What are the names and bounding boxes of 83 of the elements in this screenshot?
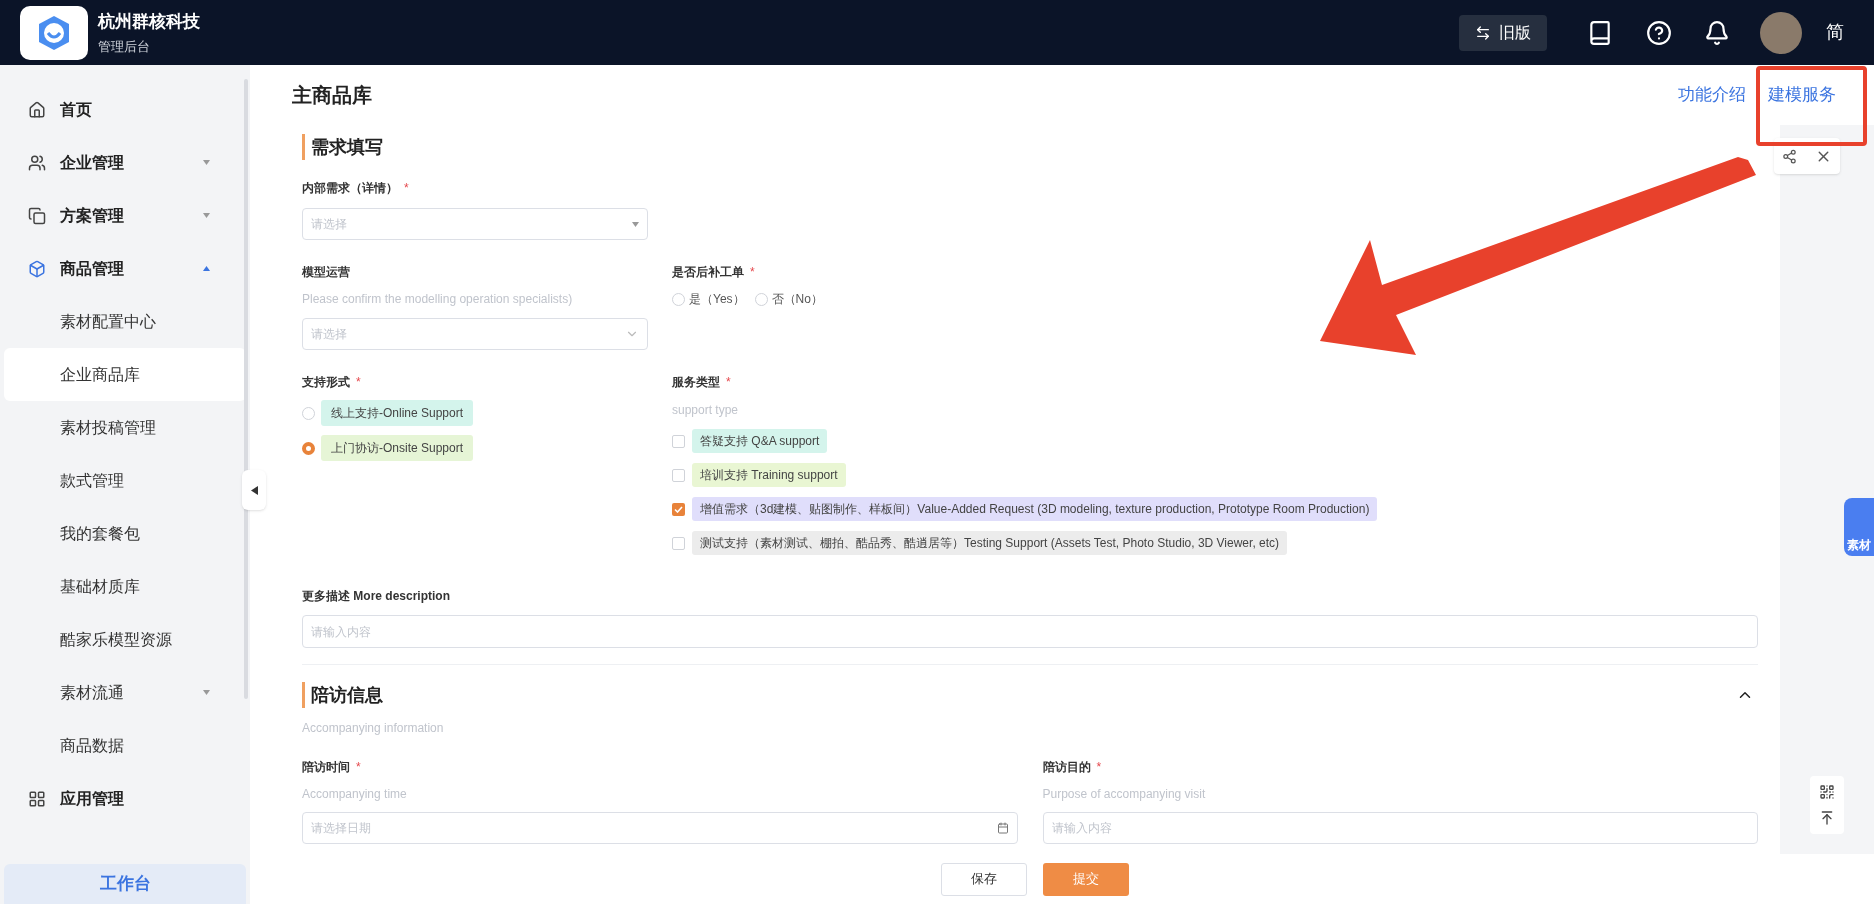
header-link[interactable]: 功能介绍	[1678, 82, 1746, 108]
caret-down-icon	[203, 690, 210, 695]
field-hint: Purpose of accompanying visit	[1042, 786, 1207, 803]
field-label: 模型运营	[302, 264, 350, 281]
sidebar-item[interactable]: 商品管理	[0, 242, 250, 295]
collapse-handle[interactable]	[242, 470, 266, 510]
radio-option[interactable]: 否（No）	[754, 290, 823, 308]
field-label: 内部需求（详情）	[302, 180, 398, 197]
header-link[interactable]: 建模服务	[1768, 82, 1836, 108]
field-hint: support type	[672, 402, 740, 419]
language-toggle[interactable]: 简	[1826, 19, 1844, 46]
required-mark: *	[404, 180, 409, 197]
field-label: 是否后补工单	[672, 264, 744, 281]
field-hint: Please confirm the modelling operation specialists)	[302, 291, 574, 308]
back-to-top-icon[interactable]	[1819, 810, 1835, 826]
checkbox[interactable]	[672, 502, 685, 516]
sidebar-item[interactable]: 应用管理	[0, 772, 250, 825]
caret-down-icon	[203, 160, 210, 165]
sidebar-subitem[interactable]: 素材配置中心	[4, 295, 246, 348]
option-tag: 答疑支持 Q&A support	[692, 429, 828, 453]
swap-icon	[1475, 24, 1491, 41]
page-title: 主商品库	[292, 83, 372, 108]
sidebar-subitem[interactable]: 酷家乐模型资源	[4, 613, 246, 666]
book-icon[interactable]	[1587, 19, 1613, 46]
description-field[interactable]: 请输入内容	[302, 615, 1758, 648]
checkbox[interactable]	[672, 434, 685, 448]
checkbox[interactable]	[672, 536, 685, 550]
purpose-field[interactable]: 请输入内容	[1042, 812, 1758, 844]
field-label: 陪访目的	[1042, 759, 1091, 776]
required-mark: *	[356, 759, 361, 776]
radio-button[interactable]	[302, 441, 315, 455]
sidebar-subitem[interactable]: 款式管理	[4, 454, 246, 507]
sidebar-subitem[interactable]: 基础材质库	[4, 560, 246, 613]
required-mark: *	[1096, 759, 1102, 776]
sidebar-subitem[interactable]: 我的套餐包	[4, 507, 246, 560]
field-hint: Accompanying time	[302, 786, 408, 803]
share-icon[interactable]	[1782, 148, 1797, 164]
home-icon	[28, 100, 46, 119]
checkbox[interactable]	[672, 468, 685, 482]
brand-name: 杭州群核科技	[98, 11, 200, 33]
section-accent	[302, 682, 305, 708]
field-label: 更多描述 More description	[302, 588, 450, 605]
sidebar-item[interactable]: 方案管理	[0, 189, 250, 242]
required-mark: *	[356, 374, 361, 391]
field-label: 陪访时间	[302, 759, 350, 776]
grid-icon	[28, 789, 46, 808]
option-tag: 培训支持 Training support	[692, 463, 846, 487]
radio-option[interactable]: 是（Yes）	[672, 290, 745, 308]
caret-down-icon	[632, 221, 639, 227]
avatar[interactable]	[1760, 11, 1802, 54]
sidebar-subitem[interactable]: 商品数据	[4, 719, 246, 772]
option-tag: 上门协访-Onsite Support	[321, 435, 474, 461]
copy-icon	[28, 206, 46, 225]
brand-subtitle: 管理后台	[98, 37, 151, 56]
option-tag: 增值需求（3d建模、贴图制作、样板间）Value-Added Request (3D modeling, texture production, Prototype Room Production)	[692, 497, 1378, 521]
save-button[interactable]: 保存	[941, 862, 1027, 896]
sidebar-item[interactable]: 首页	[0, 83, 250, 136]
section-accent	[302, 134, 305, 160]
caret-up-icon	[203, 266, 210, 271]
floating-material-badge[interactable]: 素材	[1844, 498, 1874, 556]
option-tag: 线上支持-Online Support	[321, 400, 474, 426]
cube-icon	[28, 259, 46, 278]
required-mark: *	[750, 264, 755, 281]
users-icon	[28, 153, 46, 172]
field-hint: Accompanying information	[302, 720, 445, 737]
sidebar-subitem[interactable]: 素材投稿管理	[4, 401, 246, 454]
qr-code-icon[interactable]	[1819, 784, 1835, 800]
help-icon[interactable]	[1646, 19, 1672, 46]
sidebar-subitem[interactable]: 素材流通	[4, 666, 246, 719]
field-label: 服务类型	[672, 374, 720, 391]
logo-icon	[20, 5, 88, 60]
required-mark: *	[726, 374, 731, 391]
notification-icon[interactable]	[1704, 19, 1730, 46]
sidebar-item[interactable]: 企业管理	[0, 136, 250, 189]
calendar-icon	[996, 822, 1009, 834]
field-label: 支持形式	[302, 374, 350, 391]
option-tag: 测试支持（素材测试、棚拍、酷品秀、酷逍居等）Testing Support (Assets Test, Photo Studio, 3D Viewer, etc)	[692, 531, 1288, 555]
sidebar-subitem[interactable]: 企业商品库	[4, 348, 246, 401]
old-version-button[interactable]: 旧版	[1459, 14, 1547, 51]
section-title: 需求填写	[311, 135, 383, 159]
workbench-button[interactable]: 工作台	[4, 864, 246, 904]
caret-down-icon	[203, 213, 210, 218]
section-title: 陪访信息	[311, 683, 384, 707]
